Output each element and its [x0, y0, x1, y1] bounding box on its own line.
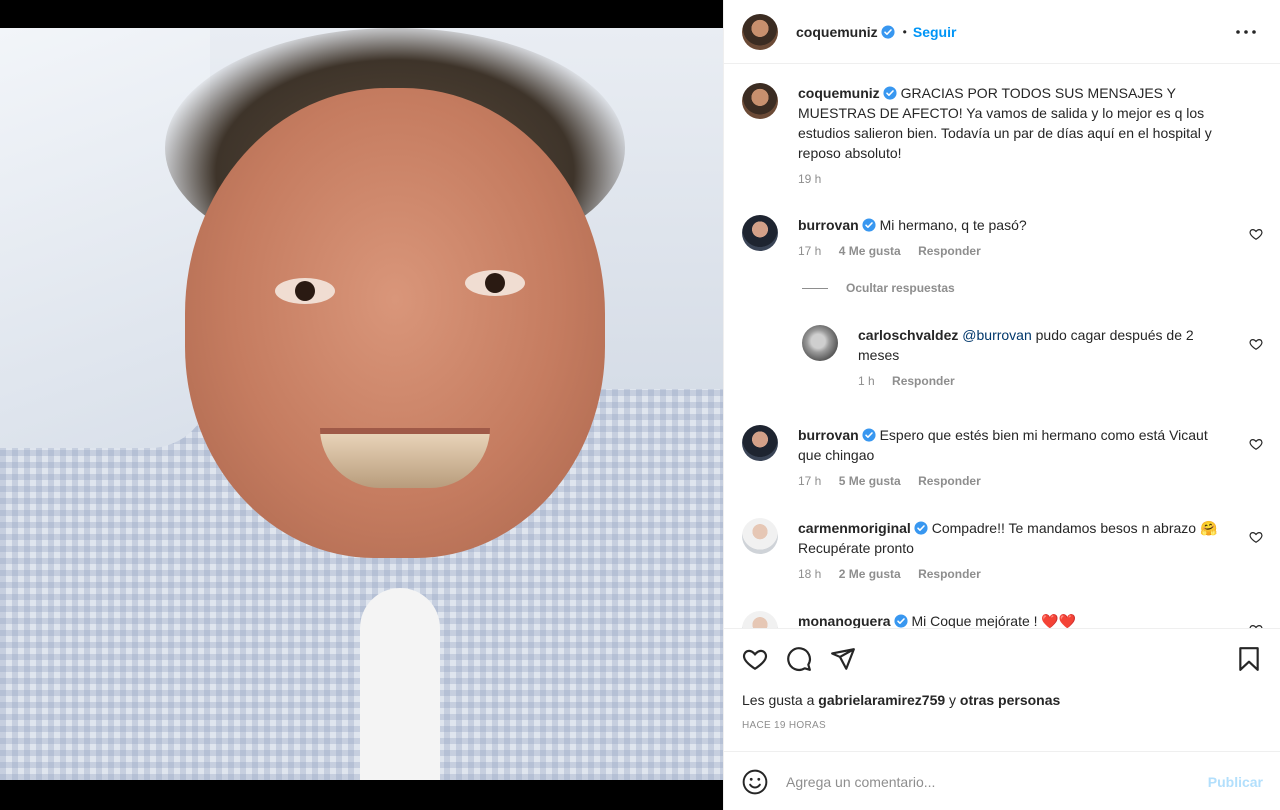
- hide-replies-button[interactable]: Ocultar respuestas: [802, 281, 955, 295]
- verified-icon: [914, 521, 928, 535]
- heart-icon[interactable]: [1249, 623, 1263, 629]
- comment-likes[interactable]: 2 Me gusta: [839, 567, 901, 581]
- caption: coquemuniz GRACIAS POR TODOS SUS MENSAJE…: [742, 83, 1263, 193]
- reply-button[interactable]: Responder: [918, 244, 981, 258]
- comment-item: carmenmoriginal Compadre!! Te mandamos b…: [742, 518, 1263, 588]
- likes-user[interactable]: gabrielaramirez759: [818, 692, 945, 708]
- caption-username[interactable]: coquemuniz: [798, 85, 880, 101]
- comment-username[interactable]: monanoguera: [798, 613, 891, 628]
- reply-button[interactable]: Responder: [918, 567, 981, 581]
- post-time[interactable]: HACE 19 HORAS: [742, 720, 826, 731]
- comment-text: Mi Coque mejórate ! ❤️❤️: [911, 613, 1077, 629]
- caption-avatar[interactable]: [742, 83, 778, 119]
- header-separator: •: [902, 24, 907, 39]
- follow-button[interactable]: Seguir: [913, 24, 957, 40]
- comment-item: burrovan Mi hermano, q te pasó? 17 h 4 M…: [742, 215, 1263, 275]
- emoji-icon[interactable]: [742, 769, 768, 795]
- reply-avatar[interactable]: [802, 325, 838, 361]
- comment-username[interactable]: carmenmoriginal: [798, 520, 911, 536]
- likes-middle: y: [945, 692, 960, 708]
- post-header: coquemuniz • Seguir: [724, 0, 1280, 64]
- author-avatar[interactable]: [742, 13, 778, 50]
- likes-others[interactable]: otras personas: [960, 692, 1060, 708]
- bookmark-icon[interactable]: [1236, 646, 1262, 672]
- verified-icon: [883, 86, 897, 100]
- post-photo[interactable]: [0, 28, 723, 780]
- verified-icon: [862, 428, 876, 442]
- comment-input[interactable]: [786, 773, 1198, 790]
- verified-icon: [862, 218, 876, 232]
- comment-time[interactable]: 18 h: [798, 567, 821, 581]
- add-comment-bar: Publicar: [724, 753, 1280, 810]
- heart-icon[interactable]: [1249, 227, 1263, 241]
- comment-avatar[interactable]: [742, 518, 778, 554]
- comment-text: Espero que estés bien mi hermano como es…: [798, 427, 1208, 463]
- post-side-panel: coquemuniz • Seguir coquemuniz GRACIAS P…: [723, 0, 1280, 810]
- more-icon[interactable]: [1234, 20, 1258, 44]
- reply-item: carloschvaldez @burrovan pudo cagar desp…: [802, 325, 1263, 395]
- comment-likes[interactable]: 4 Me gusta: [839, 244, 901, 258]
- comment-item: burrovan Espero que estés bien mi herman…: [742, 425, 1263, 495]
- comment-username[interactable]: burrovan: [798, 427, 859, 443]
- heart-icon[interactable]: [1249, 437, 1263, 451]
- publish-button[interactable]: Publicar: [1208, 774, 1263, 790]
- verified-icon: [881, 24, 895, 39]
- photo-eye-left: [275, 278, 335, 304]
- photo-eye-right: [465, 270, 525, 296]
- verified-icon: [894, 614, 908, 628]
- likes-summary: Les gusta a gabrielaramirez759 y otras p…: [742, 692, 1060, 708]
- photo-pillow: [0, 28, 210, 448]
- comment-avatar[interactable]: [742, 611, 778, 628]
- likes-prefix: Les gusta a: [742, 692, 819, 708]
- comment-item: monanoguera Mi Coque mejórate ! ❤️❤️: [742, 611, 1263, 629]
- caption-time[interactable]: 19 h: [798, 172, 821, 186]
- comment-text: Mi hermano, q te pasó?: [879, 217, 1027, 233]
- share-icon[interactable]: [830, 646, 856, 672]
- reply-button[interactable]: Responder: [892, 374, 955, 388]
- comment-time[interactable]: 17 h: [798, 244, 821, 258]
- reply-username[interactable]: carloschvaldez: [858, 327, 958, 343]
- photo-gown: [360, 588, 440, 780]
- comment-likes[interactable]: 5 Me gusta: [839, 474, 901, 488]
- hide-replies-line: [802, 287, 828, 289]
- post-actions: Les gusta a gabrielaramirez759 y otras p…: [724, 630, 1280, 752]
- heart-icon[interactable]: [1249, 530, 1263, 544]
- hide-replies-label: Ocultar respuestas: [846, 281, 955, 295]
- author-username[interactable]: coquemuniz: [796, 24, 878, 40]
- comment-time[interactable]: 17 h: [798, 474, 821, 488]
- reply-button[interactable]: Responder: [918, 474, 981, 488]
- post-media: [0, 0, 723, 810]
- reply-mention[interactable]: @burrovan: [962, 327, 1031, 343]
- comment-avatar[interactable]: [742, 215, 778, 251]
- reply-time[interactable]: 1 h: [858, 374, 875, 388]
- comment-icon[interactable]: [786, 646, 812, 672]
- comment-avatar[interactable]: [742, 425, 778, 461]
- heart-icon[interactable]: [742, 646, 768, 672]
- heart-icon[interactable]: [1249, 337, 1263, 351]
- comments-list[interactable]: coquemuniz GRACIAS POR TODOS SUS MENSAJE…: [724, 65, 1280, 629]
- comment-username[interactable]: burrovan: [798, 217, 859, 233]
